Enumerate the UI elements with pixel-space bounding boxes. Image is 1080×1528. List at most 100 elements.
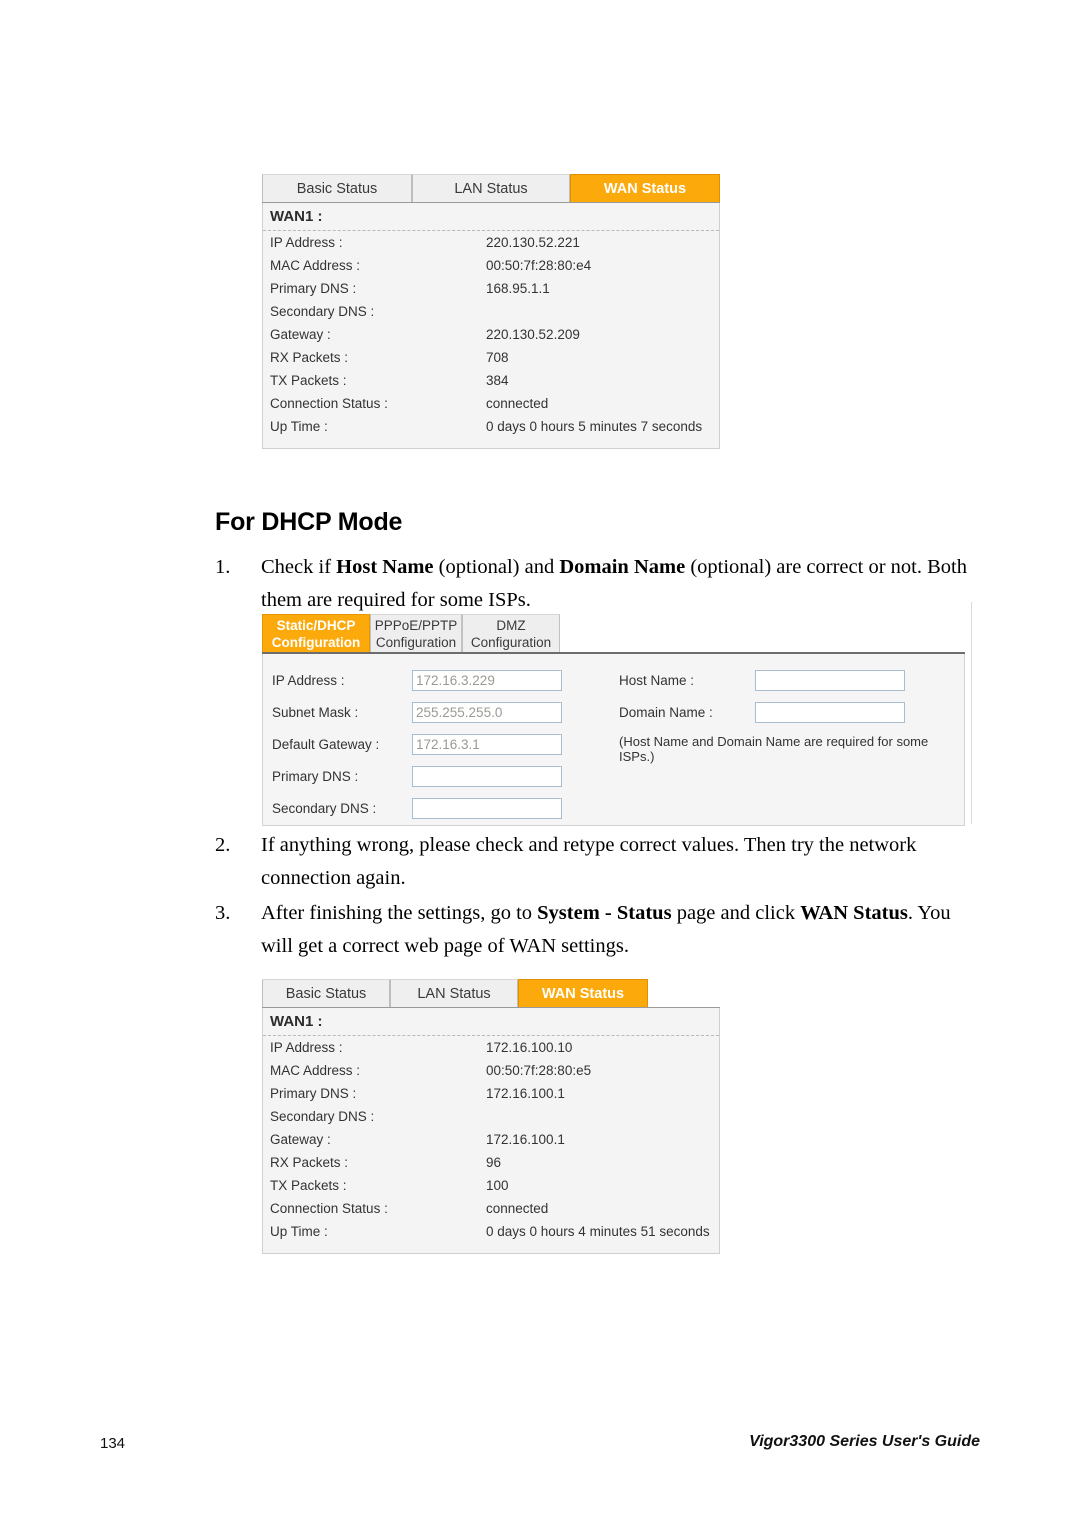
field-label: Host Name :: [619, 672, 695, 688]
tab-lan-status[interactable]: LAN Status: [412, 174, 570, 202]
primary-dns-input[interactable]: [412, 765, 562, 787]
list-item-number: 1.: [215, 556, 231, 578]
table-row: TX Packets : 100: [263, 1174, 719, 1197]
footer-page-number: 134: [100, 1435, 126, 1452]
list-item: 1. Check if Host Name (optional) and Dom…: [215, 551, 980, 617]
field-label: Primary DNS :: [272, 768, 359, 784]
row-value: 00:50:7f:28:80:e4: [486, 258, 592, 273]
tab-line-2: Configuration: [470, 635, 552, 650]
list-item: 2. If anything wrong, please check and r…: [215, 829, 980, 895]
status-panel-body-top: WAN1 : IP Address : 220.130.52.221 MAC A…: [262, 203, 720, 449]
table-row: RX Packets : 708: [263, 346, 719, 369]
row-key: Primary DNS :: [270, 281, 357, 296]
tab-basic-status[interactable]: Basic Status: [262, 979, 390, 1007]
tab-line-1: DMZ: [496, 618, 526, 633]
row-value: 172.16.100.10: [486, 1040, 573, 1055]
status-tabbar-top: Basic Status LAN Status WAN Status: [262, 172, 720, 203]
list-item-number: 3.: [215, 902, 231, 924]
list-item-text: Check if Host Name (optional) and Domain…: [261, 556, 967, 611]
isp-requirement-note: (Host Name and Domain Name are required …: [619, 734, 929, 764]
config-left-column: IP Address : 172.16.3.229 Subnet Mask : …: [272, 664, 562, 824]
secondary-dns-input[interactable]: [412, 797, 562, 819]
row-value: 100: [486, 1178, 509, 1193]
tab-line-1: PPPoE/PPTP: [374, 618, 458, 633]
wan1-section-title: WAN1 :: [263, 1008, 719, 1036]
wan1-section-title: WAN1 :: [263, 203, 719, 231]
table-row: Primary DNS : 172.16.100.1: [263, 1082, 719, 1105]
row-value: 96: [486, 1155, 502, 1170]
field-label: Secondary DNS :: [272, 800, 377, 816]
table-row: IP Address : 220.130.52.221: [263, 231, 719, 254]
row-key: TX Packets :: [270, 1178, 347, 1193]
row-value: 0 days 0 hours 4 minutes 51 seconds: [486, 1224, 710, 1239]
field-host-name: Host Name :: [619, 664, 964, 696]
table-row: Up Time : 0 days 0 hours 4 minutes 51 se…: [263, 1220, 719, 1243]
row-value: 0 days 0 hours 5 minutes 7 seconds: [486, 419, 703, 434]
row-key: RX Packets :: [270, 350, 349, 365]
status-tabbar-bottom: Basic Status LAN Status WAN Status: [262, 977, 720, 1008]
page-title: For DHCP Mode: [215, 508, 403, 536]
tab-static-dhcp-configuration[interactable]: Static/DHCP Configuration: [262, 614, 370, 652]
row-key: IP Address :: [270, 235, 343, 250]
field-label: Domain Name :: [619, 704, 713, 720]
tab-lan-status[interactable]: LAN Status: [390, 979, 518, 1007]
host-name-input[interactable]: [755, 669, 905, 691]
field-label: Subnet Mask :: [272, 704, 359, 720]
wan-configuration-panel: Static/DHCP Configuration PPPoE/PPTP Con…: [262, 612, 965, 826]
field-domain-name: Domain Name :: [619, 696, 964, 728]
table-row: Secondary DNS :: [263, 300, 719, 323]
config-right-column: Host Name : Domain Name : (Host Name and…: [619, 664, 964, 764]
row-value: 220.130.52.221: [486, 235, 580, 250]
table-row: Secondary DNS :: [263, 1105, 719, 1128]
row-key: Up Time :: [270, 419, 328, 434]
tab-basic-status[interactable]: Basic Status: [262, 174, 412, 202]
list-item-number: 2.: [215, 834, 231, 856]
row-key: Gateway :: [270, 327, 331, 342]
table-row: MAC Address : 00:50:7f:28:80:e5: [263, 1059, 719, 1082]
field-primary-dns: Primary DNS :: [272, 760, 562, 792]
row-value: 172.16.100.1: [486, 1132, 565, 1147]
table-row: RX Packets : 96: [263, 1151, 719, 1174]
ip-address-input[interactable]: 172.16.3.229: [412, 669, 562, 691]
list-item-text: If anything wrong, please check and rety…: [261, 834, 917, 889]
tab-line-2: Configuration: [375, 635, 457, 650]
row-value: connected: [486, 396, 549, 411]
status-rows-bottom: IP Address : 172.16.100.10 MAC Address :…: [263, 1036, 719, 1243]
row-key: MAC Address :: [270, 1063, 361, 1078]
row-value: [486, 1109, 719, 1124]
subnet-mask-input[interactable]: 255.255.255.0: [412, 701, 562, 723]
table-row: Primary DNS : 168.95.1.1: [263, 277, 719, 300]
tab-line-2: Configuration: [271, 635, 361, 650]
tab-pppoe-pptp-configuration[interactable]: PPPoE/PPTP Configuration: [370, 614, 462, 652]
list-item: 3. After finishing the settings, go to S…: [215, 897, 980, 963]
row-key: Up Time :: [270, 1224, 328, 1239]
row-key: Secondary DNS :: [270, 304, 375, 319]
domain-name-input[interactable]: [755, 701, 905, 723]
tab-dmz-configuration[interactable]: DMZ Configuration: [462, 614, 560, 652]
field-secondary-dns: Secondary DNS :: [272, 792, 562, 824]
field-ip-address: IP Address : 172.16.3.229: [272, 664, 562, 696]
row-key: Primary DNS :: [270, 1086, 357, 1101]
default-gateway-input[interactable]: 172.16.3.1: [412, 733, 562, 755]
wan-status-panel-top: Basic Status LAN Status WAN Status WAN1 …: [262, 172, 720, 449]
table-row: IP Address : 172.16.100.10: [263, 1036, 719, 1059]
row-key: Connection Status :: [270, 1201, 388, 1216]
table-row: TX Packets : 384: [263, 369, 719, 392]
row-value: 168.95.1.1: [486, 281, 550, 296]
table-row: Up Time : 0 days 0 hours 5 minutes 7 sec…: [263, 415, 719, 438]
tab-wan-status[interactable]: WAN Status: [518, 979, 648, 1007]
field-label: IP Address :: [272, 672, 345, 688]
status-rows-top: IP Address : 220.130.52.221 MAC Address …: [263, 231, 719, 438]
row-value: 220.130.52.209: [486, 327, 580, 342]
wan-status-panel-bottom: Basic Status LAN Status WAN Status WAN1 …: [262, 977, 720, 1254]
table-row: MAC Address : 00:50:7f:28:80:e4: [263, 254, 719, 277]
config-panel-body: IP Address : 172.16.3.229 Subnet Mask : …: [262, 654, 965, 826]
row-value: connected: [486, 1201, 549, 1216]
table-row: Gateway : 172.16.100.1: [263, 1128, 719, 1151]
tab-line-1: Static/DHCP: [276, 618, 356, 633]
field-subnet-mask: Subnet Mask : 255.255.255.0: [272, 696, 562, 728]
list-item-text: After finishing the settings, go to Syst…: [261, 902, 951, 957]
tab-wan-status[interactable]: WAN Status: [570, 174, 720, 202]
page-frame-divider: [971, 602, 972, 824]
table-row: Gateway : 220.130.52.209: [263, 323, 719, 346]
